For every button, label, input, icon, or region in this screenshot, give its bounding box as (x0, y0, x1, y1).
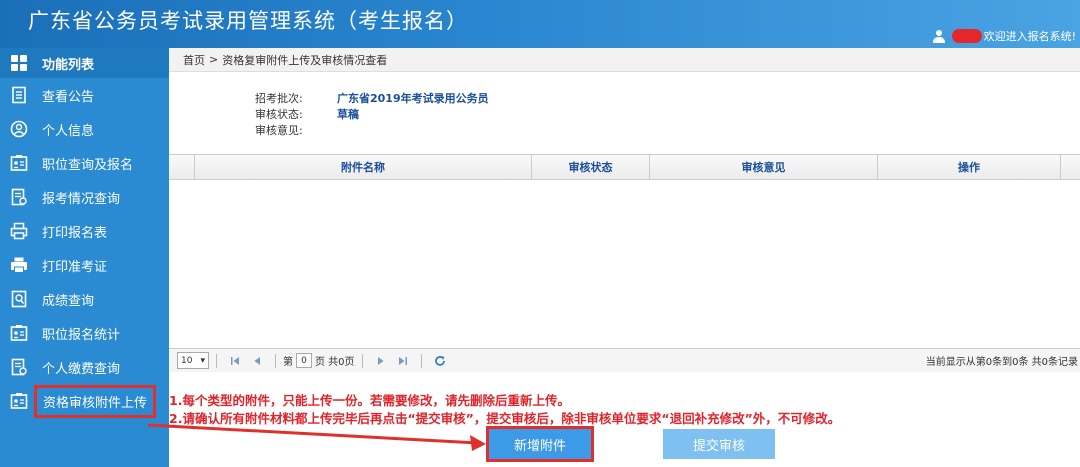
sidebar-item-label: 打印报名表 (42, 225, 108, 241)
printer-icon (10, 222, 28, 240)
app-header: 广东省公务员考试录用管理系统（考生报名） 欢迎进入报名系统! (0, 0, 1080, 48)
next-page-icon[interactable] (374, 354, 388, 368)
pager-divider (420, 353, 422, 368)
sidebar-item-personal-info[interactable]: 个人信息 (0, 112, 169, 146)
page-size-value: 10 (181, 355, 193, 366)
pager-divider (275, 353, 276, 368)
sidebar-item-label: 个人缴费查询 (42, 361, 121, 377)
sidebar-item-payment-query[interactable]: 个人缴费查询 (0, 350, 169, 384)
report-icon (11, 358, 27, 376)
status-label: 审核状态: (255, 108, 303, 121)
batch-label: 招考批次: (255, 92, 303, 105)
chevron-down-icon: ▾ (200, 355, 205, 366)
breadcrumb-current: 资格复审附件上传及审核情况查看 (222, 53, 388, 67)
id-card-icon (10, 155, 28, 171)
batch-value: 广东省2019年考试录用公务员 (337, 92, 489, 105)
status-row: 审核状态: 草稿 (255, 106, 489, 122)
sidebar-item-label: 成绩查询 (42, 293, 95, 309)
document-list-icon (12, 86, 26, 104)
sidebar-item-application-status[interactable]: 报考情况查询 (0, 180, 169, 214)
sidebar-item-announcements[interactable]: 查看公告 (0, 78, 169, 112)
sidebar-item-print-admission-ticket[interactable]: 打印准考证 (0, 248, 169, 282)
instruction-note-1: 1.每个类型的附件，只能上传一份。若需要修改，请先删除后重新上传。 (169, 393, 570, 408)
sidebar-item-label: 查看公告 (42, 89, 95, 105)
attachment-table: 附件名称 审核状态 审核意见 操作 (169, 154, 1080, 180)
user-name-redacted (951, 29, 982, 43)
sidebar-item-label: 报考情况查询 (42, 191, 121, 207)
breadcrumb-home[interactable]: 首页 (183, 52, 205, 68)
welcome-text: 欢迎进入报名系统! (983, 30, 1076, 43)
id-card-icon (10, 393, 28, 409)
table-header: 附件名称 审核状态 审核意见 操作 (169, 154, 1080, 180)
report-icon (11, 188, 27, 206)
status-value: 草稿 (337, 108, 359, 121)
sidebar-item-label: 打印准考证 (42, 259, 108, 275)
opinion-row: 审核意见: (255, 122, 489, 138)
score-icon (11, 290, 27, 308)
user-circle-icon (10, 120, 28, 138)
sidebar-item-attachment-upload[interactable]: 资格审核附件上传 (0, 384, 169, 418)
printer-icon (11, 257, 27, 273)
pagination-summary: 当前显示从第0条到0条 共0条记录 (925, 357, 1078, 368)
batch-row: 招考批次: 广东省2019年考试录用公务员 (255, 90, 489, 106)
submit-review-button[interactable]: 提交审核 (663, 429, 775, 459)
upload-instructions: 1.每个类型的附件，只能上传一份。若需要修改，请先删除后重新上传。 2.请确认所… (169, 390, 1080, 426)
pager-divider (216, 353, 217, 368)
scroll-header-spacer (1061, 155, 1080, 179)
refresh-icon[interactable] (433, 354, 447, 368)
sidebar-item-print-application[interactable]: 打印报名表 (0, 214, 169, 248)
add-attachment-button[interactable]: 新增附件 (486, 426, 594, 462)
sidebar-item-score-query[interactable]: 成绩查询 (0, 282, 169, 316)
sidebar: 功能列表 查看公告 个人信息 职位查询及报名 报考情况查询 打印报名表 打印准考… (0, 48, 169, 467)
sidebar-item-position-statistics[interactable]: 职位报名统计 (0, 316, 169, 350)
row-number-header (169, 155, 195, 179)
column-header-review-status[interactable]: 审核状态 (532, 155, 650, 179)
breadcrumb: 首页 > 资格复审附件上传及审核情况查看 (169, 48, 1080, 72)
page-number-input[interactable]: 0 (296, 353, 312, 368)
first-page-icon[interactable] (228, 354, 242, 368)
last-page-icon[interactable] (396, 354, 410, 368)
id-card-icon (10, 325, 28, 341)
column-header-review-opinion[interactable]: 审核意见 (650, 155, 878, 179)
sidebar-item-position-search[interactable]: 职位查询及报名 (0, 146, 169, 180)
sidebar-heading: 功能列表 (0, 48, 169, 78)
opinion-label: 审核意见: (255, 124, 303, 137)
sidebar-heading-label: 功能列表 (42, 57, 95, 73)
pager-divider (361, 353, 363, 368)
pagination-bar: 10 ▾ 第 0 页 共0页 当前显示从第0条到0条 共0条记录 (169, 348, 1080, 372)
sidebar-item-label: 职位查询及报名 (42, 157, 134, 173)
instruction-note-2: 2.请确认所有附件材料都上传完毕后再点击“提交审核”，提交审核后，除非审核单位要… (169, 411, 841, 426)
column-header-attachment-name[interactable]: 附件名称 (195, 155, 532, 179)
review-info: 招考批次: 广东省2019年考试录用公务员 审核状态: 草稿 审核意见: (255, 90, 489, 138)
user-area: 欢迎进入报名系统! (932, 28, 1076, 44)
sidebar-item-label: 个人信息 (42, 123, 95, 139)
grid-icon (11, 55, 27, 71)
main-content: 首页 > 资格复审附件上传及审核情况查看 招考批次: 广东省2019年考试录用公… (169, 48, 1080, 467)
user-icon (932, 30, 945, 43)
page-suffix: 页 共0页 (315, 357, 355, 368)
page-prefix: 第 (283, 357, 293, 368)
app-title: 广东省公务员考试录用管理系统（考生报名） (28, 9, 468, 33)
previous-page-icon[interactable] (250, 354, 264, 368)
sidebar-item-label: 职位报名统计 (42, 327, 121, 343)
column-header-actions[interactable]: 操作 (878, 155, 1061, 179)
breadcrumb-separator: > (209, 53, 219, 66)
sidebar-item-label: 资格审核附件上传 (34, 384, 157, 418)
page-size-select[interactable]: 10 ▾ (177, 352, 209, 369)
